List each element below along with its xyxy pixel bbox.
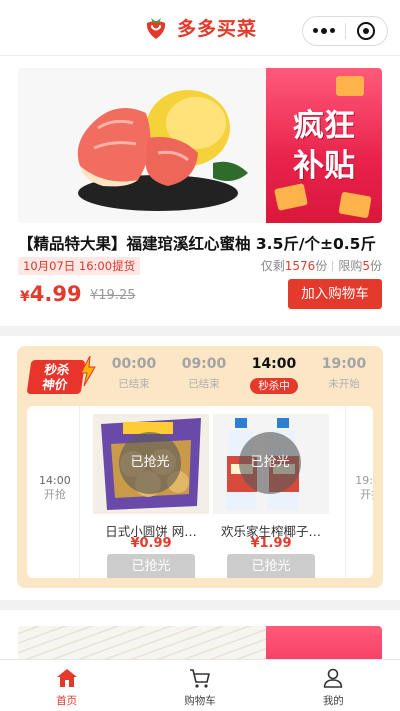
flash-sale-card: 秒杀 神价 00:00 已结束 09:00 已结束 14:00 秒杀中 19:0… (0, 336, 400, 600)
featured-product-card[interactable]: 疯狂 补贴 【精品特大果】福建琯溪红心蜜柚 3.5斤/个±0.5斤 10月07日… (0, 56, 400, 326)
lightning-icon (80, 356, 96, 386)
current-price: ¥4.99 (20, 282, 82, 306)
cart-icon (189, 669, 210, 688)
flash-sale-panel: 秒杀 神价 00:00 已结束 09:00 已结束 14:00 秒杀中 19:0… (17, 346, 383, 588)
home-icon (56, 669, 77, 687)
flash-sale-product-carousel[interactable]: 14:00 开抢 已抢光 日式小圆饼 网… ¥0.99 已抢光 已抢光 欢乐家生… (27, 406, 373, 578)
pomelo-image (18, 68, 266, 223)
promo-text: 疯狂 补贴 (293, 108, 355, 184)
time-slot-0900[interactable]: 09:00 已结束 (169, 354, 239, 398)
header: 多多买菜 (0, 0, 400, 56)
product-name[interactable]: 【精品特大果】福建琯溪红心蜜柚 3.5斤/个±0.5斤 (18, 232, 382, 254)
app-root: 多多买菜 疯狂 补贴 【精品特大果】福建琯溪红心蜜柚 3.5斤/个±0.5斤 1… (0, 0, 400, 711)
app-title: 多多买菜 (176, 18, 257, 40)
product-banner[interactable]: 疯狂 补贴 (18, 68, 382, 223)
time-slot-1400[interactable]: 14:00 秒杀中 (239, 354, 309, 398)
user-icon (324, 668, 343, 688)
target-icon (357, 22, 376, 40)
strawberry-logo-icon (146, 17, 166, 39)
pickup-time-tag: 10月07日 16:00提货 (18, 257, 141, 275)
prev-slot-label[interactable]: 14:00 开抢 (39, 474, 71, 502)
bottom-tab-bar: 首页 购物车 我的 (0, 659, 400, 711)
time-slot-0000[interactable]: 00:00 已结束 (99, 354, 169, 398)
more-button[interactable] (303, 17, 345, 45)
more-dots-icon (312, 28, 335, 34)
miniprogram-capsule (302, 16, 388, 46)
coconut-drink-image: 已抢光 (213, 414, 329, 514)
limit-count: 5 (362, 259, 370, 273)
tab-profile[interactable]: 我的 (267, 660, 400, 711)
time-slot-1900[interactable]: 19:00 未开始 (309, 354, 379, 398)
flash-sale-logo: 秒杀 神价 (25, 354, 97, 398)
sold-out-button[interactable]: 已抢光 (227, 554, 315, 578)
sold-out-badge: 已抢光 (239, 432, 301, 494)
stock-info: 仅剩1576份 限购5份 (260, 259, 382, 273)
add-to-cart-button[interactable]: 加入购物车 (288, 279, 382, 309)
flash-product-price: ¥0.99 (130, 536, 172, 551)
promo-banner: 疯狂 补贴 (266, 68, 382, 223)
close-miniprogram-button[interactable] (346, 17, 388, 45)
sold-out-button[interactable]: 已抢光 (107, 554, 195, 578)
cookie-product-image: 已抢光 (93, 414, 209, 514)
sold-out-badge: 已抢光 (119, 432, 181, 494)
next-slot-label[interactable]: 19:00 开抢 (355, 474, 373, 502)
original-price: ¥19.25 (90, 288, 136, 303)
remaining-count: 1576 (284, 259, 316, 273)
flash-product-price: ¥1.99 (250, 536, 292, 551)
time-slot-tabs: 00:00 已结束 09:00 已结束 14:00 秒杀中 19:00 未开始 (99, 354, 379, 398)
tab-home[interactable]: 首页 (0, 660, 133, 711)
tab-cart[interactable]: 购物车 (133, 660, 266, 711)
